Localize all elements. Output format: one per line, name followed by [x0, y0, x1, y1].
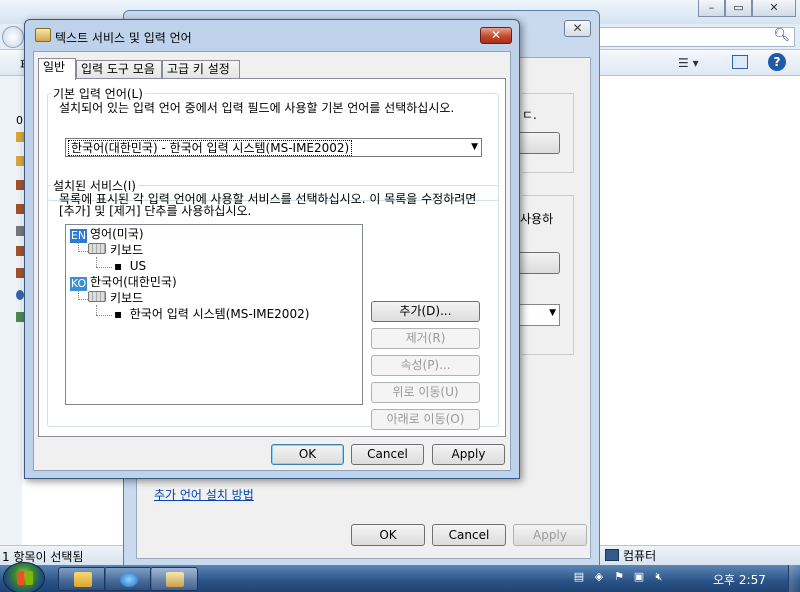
move-down-button[interactable]: 아래로 이동(O)	[371, 409, 480, 430]
windows-logo-icon	[17, 571, 33, 585]
dialog-body: 일반 입력 도구 모음 고급 키 설정 기본 입력 언어(L) 설치되어 있는 …	[33, 51, 511, 471]
tree-node-label: 키보드	[110, 243, 144, 257]
keyboard-icon	[88, 243, 106, 254]
tree-node-layout[interactable]: ▪ US	[114, 259, 146, 273]
display-language-select[interactable]: ▼	[520, 304, 560, 326]
bullet: ▪	[114, 259, 130, 273]
status-selection: 1 항목이 선택됨	[2, 550, 84, 564]
nav-fragment: 0	[16, 114, 23, 127]
default-language-select[interactable]: 한국어(대한민국) - 한국어 입력 시스템(MS-IME2002) ▼	[65, 138, 482, 157]
folder-icon[interactable]	[16, 156, 24, 166]
tab-general[interactable]: 일반	[38, 58, 76, 80]
tree-connector	[78, 251, 88, 252]
close-button[interactable]: ✕	[480, 27, 512, 44]
volume-muted-icon[interactable]: 🔇︎	[652, 569, 666, 585]
taskbar-control-panel-button[interactable]	[150, 567, 198, 591]
minimize-button[interactable]: –	[698, 0, 725, 17]
tree-node-label: 한국어 입력 시스템(MS-IME2002)	[129, 307, 310, 321]
tree-node-english[interactable]: EN 영어(미국)	[70, 227, 144, 243]
tree-node-label: 한국어(대한민국)	[90, 275, 177, 289]
text-fragment: 사용하	[520, 212, 554, 226]
cancel-button[interactable]: Cancel	[432, 524, 506, 546]
taskbar: ▤ ◈ ⚑ ▣ 🔇︎ 오후 2:57	[0, 562, 800, 592]
status-location-label: 컴퓨터	[623, 549, 657, 563]
install-languages-button[interactable]	[520, 252, 560, 274]
close-button[interactable]: ✕	[752, 0, 796, 17]
tree-node-label: US	[129, 259, 147, 273]
chevron-down-icon: ▼	[471, 142, 478, 152]
library-icon[interactable]	[16, 180, 24, 190]
tree-connector	[96, 305, 97, 315]
properties-button[interactable]: 속성(P)...	[371, 355, 480, 376]
taskbar-ie-button[interactable]	[104, 567, 152, 591]
move-up-button[interactable]: 위로 이동(U)	[371, 382, 480, 403]
install-languages-link[interactable]: 추가 언어 설치 방법	[154, 486, 254, 503]
dialog-title: 텍스트 서비스 및 입력 언어	[55, 31, 192, 45]
general-tab-panel: 기본 입력 언어(L) 설치되어 있는 입력 언어 중에서 입력 필드에 사용할…	[38, 78, 506, 437]
installed-services-description: 목록에 표시된 각 입력 언어에 사용할 서비스를 선택하십시오. 이 목록을 …	[59, 192, 477, 218]
tree-connector	[96, 315, 112, 316]
close-button[interactable]: ✕	[564, 20, 591, 37]
change-keyboards-button[interactable]	[520, 132, 560, 154]
preview-pane-icon[interactable]	[732, 55, 748, 69]
cancel-button[interactable]: Cancel	[351, 444, 424, 465]
network-icon[interactable]: ▣	[632, 569, 646, 585]
search-icon[interactable]: 🔍︎	[773, 28, 790, 43]
keyboard-settings-icon	[35, 28, 51, 42]
text-fragment: ㄷ.	[522, 108, 537, 122]
services-tree[interactable]: EN 영어(미국) 키보드 ▪ US KO 한국어(대한민국) 키보드 ▪ 한국어 …	[65, 224, 363, 405]
tree-node-label: 키보드	[110, 291, 144, 305]
add-button[interactable]: 추가(D)...	[371, 301, 480, 322]
tree-node-ime[interactable]: ▪ 한국어 입력 시스템(MS-IME2002)	[114, 307, 309, 321]
start-button[interactable]	[3, 562, 45, 592]
default-language-value: 한국어(대한민국) - 한국어 입력 시스템(MS-IME2002)	[68, 140, 353, 156]
tree-connector	[78, 299, 88, 300]
back-button[interactable]	[2, 26, 24, 48]
help-icon[interactable]: ?	[768, 53, 786, 71]
control-panel-icon	[166, 572, 184, 587]
tab-advanced-key-settings[interactable]: 고급 키 설정	[162, 60, 240, 79]
security-shield-icon[interactable]: ◈	[592, 569, 606, 585]
tree-node-keyboard[interactable]: 키보드	[88, 243, 143, 257]
maximize-button[interactable]: ▭	[725, 0, 752, 17]
internet-explorer-icon	[120, 572, 138, 587]
default-language-legend: 기본 입력 언어(L)	[53, 87, 143, 101]
library-icon[interactable]	[16, 226, 24, 236]
apply-button[interactable]: Apply	[513, 524, 587, 546]
view-options-icon[interactable]: ☰ ▾	[678, 56, 699, 70]
library-icon[interactable]	[16, 268, 24, 278]
apply-button[interactable]: Apply	[432, 444, 505, 465]
chevron-down-icon: ▼	[549, 308, 556, 318]
remove-button[interactable]: 제거(R)	[371, 328, 480, 349]
action-center-flag-icon[interactable]: ⚑	[612, 569, 626, 585]
text-services-dialog: 텍스트 서비스 및 입력 언어 ✕ 일반 입력 도구 모음 고급 키 설정 기본…	[24, 19, 520, 479]
status-location: 컴퓨터	[605, 547, 656, 564]
network-icon[interactable]	[16, 290, 24, 300]
default-language-description: 설치되어 있는 입력 언어 중에서 입력 필드에 사용할 기본 언어를 선택하십…	[59, 101, 455, 115]
navigation-pane: 0	[0, 76, 24, 546]
taskbar-explorer-button[interactable]	[58, 567, 106, 591]
system-tray: ▤ ◈ ⚑ ▣ 🔇︎	[572, 569, 666, 585]
library-icon[interactable]	[16, 204, 24, 214]
input-language-icon[interactable]: ▤	[572, 569, 586, 585]
folder-icon	[74, 572, 92, 587]
tree-connector	[96, 267, 112, 268]
keyboard-icon	[88, 291, 106, 302]
control-panel-icon[interactable]	[16, 312, 24, 322]
taskbar-clock[interactable]: 오후 2:57	[713, 571, 766, 588]
bullet: ▪	[114, 307, 130, 321]
show-desktop-button[interactable]	[788, 565, 800, 592]
tree-node-keyboard[interactable]: 키보드	[88, 291, 143, 305]
tab-language-bar[interactable]: 입력 도구 모음	[76, 60, 162, 79]
ok-button[interactable]: OK	[271, 444, 344, 465]
tree-node-label: 영어(미국)	[90, 227, 144, 241]
computer-icon	[605, 549, 619, 561]
tree-node-korean[interactable]: KO 한국어(대한민국)	[70, 275, 177, 291]
folder-icon[interactable]	[16, 132, 24, 142]
ok-button[interactable]: OK	[351, 524, 425, 546]
library-icon[interactable]	[16, 246, 24, 256]
tree-connector	[96, 257, 97, 267]
window-caption-buttons: – ▭ ✕	[698, 0, 796, 17]
